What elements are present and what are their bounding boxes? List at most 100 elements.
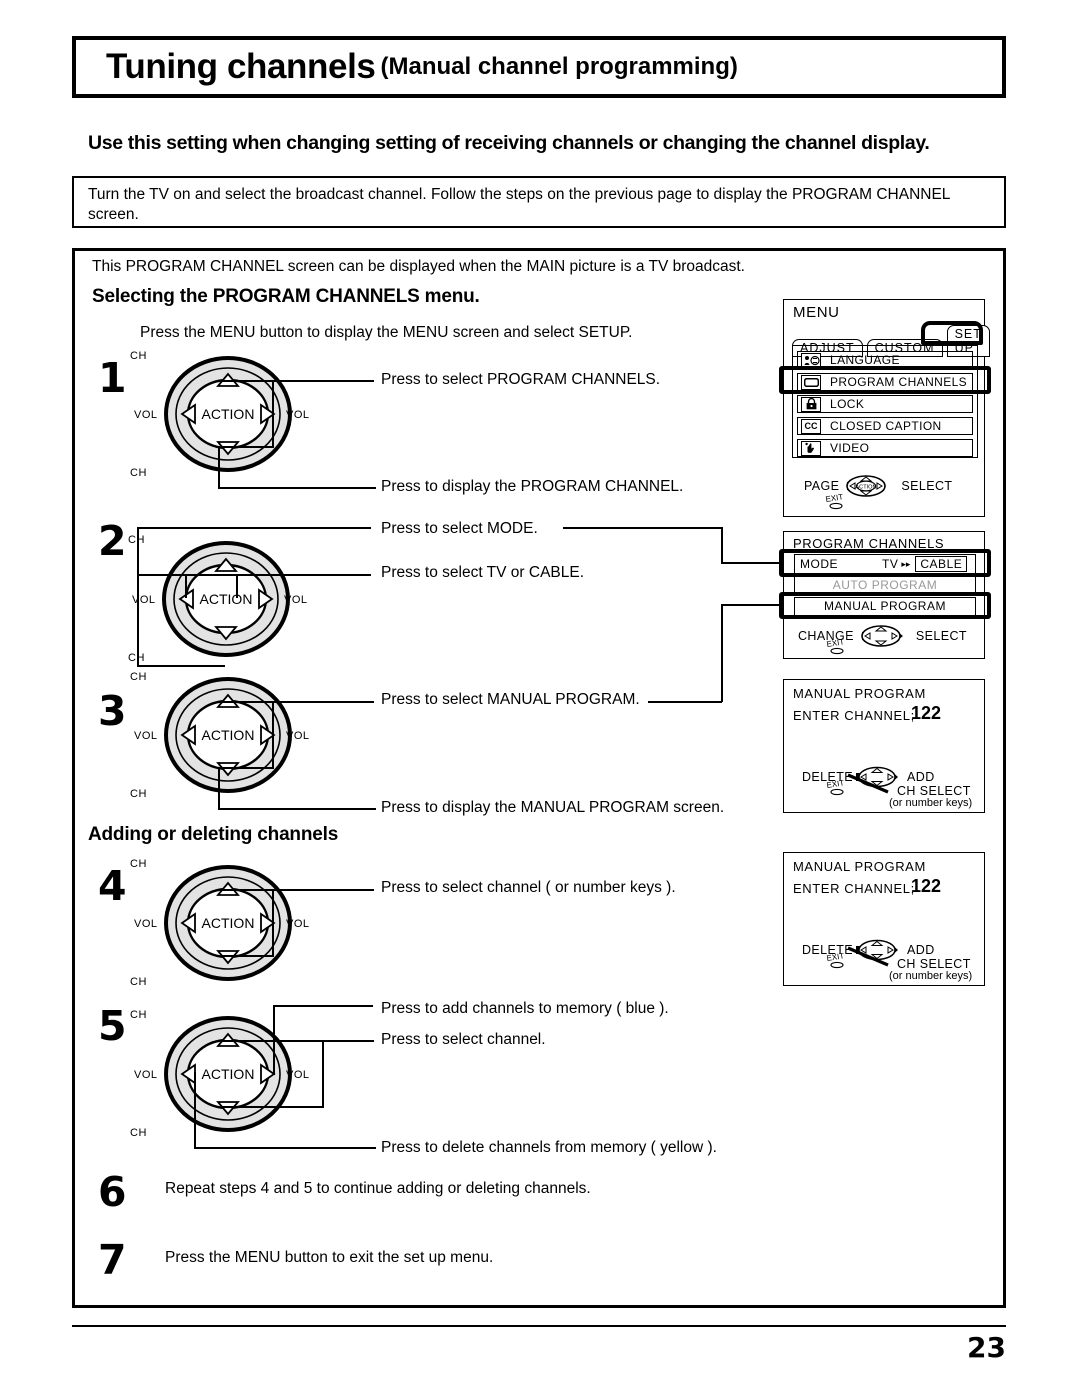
step-number-5: 5 bbox=[98, 1002, 127, 1050]
step-number-6: 6 bbox=[98, 1168, 127, 1216]
menu-item-program-channels[interactable]: PROGRAM CHANNELS bbox=[797, 373, 973, 391]
connector-line bbox=[721, 562, 781, 564]
osd-pc-mode-option-cable[interactable]: CABLE bbox=[915, 556, 968, 572]
step-number-1: 1 bbox=[98, 354, 127, 402]
manual-page: Tuning channels (Manual channel programm… bbox=[0, 0, 1080, 1397]
osd-program-channels-screen: PROGRAM CHANNELS MODE TV ▸▸ CABLE AUTO P… bbox=[783, 531, 985, 659]
osd-menu-nav-right-label: SELECT bbox=[901, 479, 953, 493]
connector-line bbox=[137, 574, 139, 667]
intro-text: Turn the TV on and select the broadcast … bbox=[88, 186, 950, 223]
connector-line bbox=[137, 527, 139, 575]
section-heading-selecting: Selecting the PROGRAM CHANNELS menu. bbox=[92, 286, 480, 307]
dial-5-right-vol-label: VOL bbox=[286, 1069, 310, 1081]
dial-2-left-vol-label: VOL bbox=[132, 594, 156, 606]
connector-line bbox=[222, 1106, 324, 1108]
menu-item-closed-caption-label: CLOSED CAPTION bbox=[830, 419, 942, 433]
menu-item-program-channels-label: PROGRAM CHANNELS bbox=[830, 375, 968, 389]
action-dial-2[interactable]: ACTION bbox=[150, 533, 302, 665]
callout-1-1: Press to select PROGRAM CHANNELS. bbox=[381, 371, 661, 388]
chevron-right-icon: ▸▸ bbox=[901, 558, 911, 569]
dial-3-top-ch-label: CH bbox=[130, 671, 147, 683]
connector-line bbox=[648, 701, 722, 703]
osd-pc-nav-right-label: SELECT bbox=[915, 629, 967, 643]
menu-item-language[interactable]: LANGUAGE bbox=[797, 351, 973, 369]
menu-item-lock-label: LOCK bbox=[830, 397, 865, 411]
connector-line bbox=[721, 604, 723, 702]
connector-line bbox=[218, 487, 376, 489]
connector-line bbox=[139, 527, 371, 529]
dial-3-right-vol-label: VOL bbox=[286, 730, 310, 742]
action-dial-4[interactable]: ACTION bbox=[152, 857, 304, 989]
action-dial-1[interactable]: ACTION bbox=[152, 348, 304, 480]
connector-line bbox=[322, 1040, 324, 1107]
osd-pc-auto-program[interactable]: AUTO PROGRAM bbox=[794, 576, 976, 595]
osd-manual-program-screen-a: MANUAL PROGRAM ENTER CHANNEL; 122 DELETE… bbox=[783, 679, 985, 813]
dial-5-left-vol-label: VOL bbox=[134, 1069, 158, 1081]
action-dial-5[interactable]: ACTION bbox=[152, 1008, 304, 1140]
action-dial-3[interactable]: ACTION bbox=[152, 669, 304, 801]
svg-text:ACTION: ACTION bbox=[202, 727, 255, 743]
menu-item-closed-caption[interactable]: CC CLOSED CAPTION bbox=[797, 417, 973, 435]
closed-caption-icon: CC bbox=[801, 418, 821, 434]
callout-3-2: Press to display the MANUAL PROGRAM scre… bbox=[381, 799, 725, 816]
connector-line bbox=[185, 574, 187, 598]
osd-mp-a-enter-channel-value[interactable]: 122 bbox=[911, 703, 941, 724]
osd-pc-mode-label: MODE bbox=[800, 557, 838, 571]
tv-screen-icon bbox=[801, 374, 821, 390]
connector-line bbox=[721, 604, 781, 606]
callout-2-1: Press to select MODE. bbox=[381, 520, 538, 537]
osd-menu-screen: MENU ADJUST CUSTOM SET UP LANGUAGE PROGR… bbox=[783, 299, 990, 517]
step-6-text: Repeat steps 4 and 5 to continue adding … bbox=[165, 1180, 591, 1197]
dial-5-top-ch-label: CH bbox=[130, 1009, 147, 1021]
dial-1-right-vol-label: VOL bbox=[286, 409, 310, 421]
footer-rule bbox=[72, 1325, 1006, 1327]
svg-text:ACTION: ACTION bbox=[202, 915, 255, 931]
svg-text:ACTION: ACTION bbox=[202, 1066, 255, 1082]
dial-2-right-vol-label: VOL bbox=[284, 594, 308, 606]
connector-line bbox=[721, 527, 723, 563]
dial-1-top-ch-label: CH bbox=[130, 350, 147, 362]
action-pad-icon bbox=[861, 625, 903, 647]
connector-line bbox=[218, 446, 220, 488]
pointer-line-icon bbox=[847, 946, 889, 967]
osd-pc-exit: EXIT bbox=[824, 637, 854, 660]
connector-line bbox=[272, 380, 274, 446]
connector-line bbox=[218, 808, 376, 810]
osd-pc-title: PROGRAM CHANNELS bbox=[793, 536, 945, 551]
menu-item-video[interactable]: VIDEO bbox=[797, 439, 973, 457]
osd-mp-b-nav-down-note: (or number keys) bbox=[889, 970, 973, 982]
osd-mp-b-enter-channel-value[interactable]: 122 bbox=[911, 876, 941, 897]
connector-line bbox=[222, 955, 274, 957]
osd-mp-a-nav-down-label: CH SELECT bbox=[897, 784, 971, 798]
osd-mp-b-enter-channel-label: ENTER CHANNEL; bbox=[793, 881, 915, 896]
dial-5-bottom-ch-label: CH bbox=[130, 1127, 147, 1139]
osd-pc-manual-program[interactable]: MANUAL PROGRAM bbox=[794, 597, 976, 616]
menu-item-lock[interactable]: LOCK bbox=[797, 395, 973, 413]
lead-statement: Use this setting when changing setting o… bbox=[88, 132, 930, 154]
page-number: 23 bbox=[967, 1331, 1006, 1364]
connector-line bbox=[222, 446, 274, 448]
svg-text:EXIT: EXIT bbox=[826, 953, 845, 963]
svg-text:ACTION: ACTION bbox=[202, 406, 255, 422]
dial-1-left-vol-label: VOL bbox=[134, 409, 158, 421]
callout-4-1: Press to select channel ( or number keys… bbox=[381, 879, 676, 896]
padlock-icon bbox=[801, 396, 821, 412]
svg-text:EXIT: EXIT bbox=[826, 639, 845, 649]
osd-pc-mode-row[interactable]: MODE TV ▸▸ CABLE bbox=[794, 554, 976, 574]
section-note: Press the MENU button to display the MEN… bbox=[140, 324, 633, 341]
dial-3-bottom-ch-label: CH bbox=[130, 788, 147, 800]
osd-mp-b-nav-right-label: ADD bbox=[907, 943, 935, 957]
dial-1-bottom-ch-label: CH bbox=[130, 467, 147, 479]
osd-menu-exit: EXIT bbox=[823, 492, 853, 515]
callout-5-3: Press to delete channels from memory ( y… bbox=[381, 1139, 717, 1156]
svg-text:ACTION: ACTION bbox=[856, 484, 877, 490]
step-number-7: 7 bbox=[98, 1236, 127, 1284]
osd-manual-program-screen-b: MANUAL PROGRAM ENTER CHANNEL; 122 DELETE… bbox=[783, 852, 985, 986]
connector-line bbox=[273, 1005, 373, 1007]
connector-line bbox=[222, 889, 374, 891]
osd-pc-mode-option-tv[interactable]: TV bbox=[882, 557, 898, 571]
osd-menu-title: MENU bbox=[793, 304, 840, 321]
body-note: This PROGRAM CHANNEL screen can be displ… bbox=[92, 258, 745, 275]
page-title: Tuning channels bbox=[106, 47, 376, 86]
pointer-line-icon bbox=[847, 773, 889, 794]
